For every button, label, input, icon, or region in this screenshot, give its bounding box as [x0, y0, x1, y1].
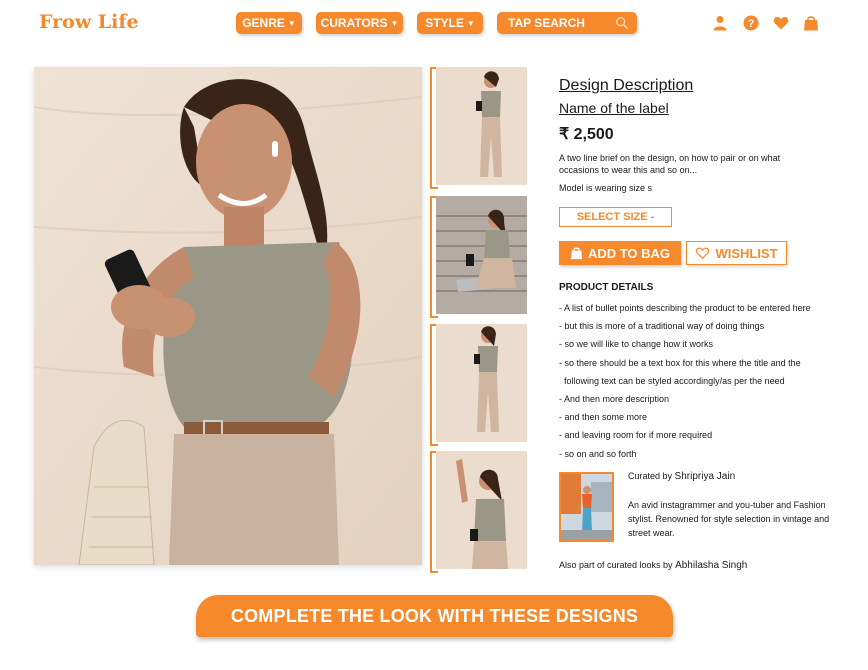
also-curator-name-link[interactable]: Abhilasha Singh [675, 560, 747, 571]
product-price: ₹ 2,500 [559, 126, 614, 143]
shopping-bag-icon[interactable] [803, 15, 819, 31]
nav-genre-label: GENRE [242, 16, 285, 30]
model-size-note: Model is wearing size s [559, 183, 653, 193]
list-item: following text can be styled accordingly… [564, 375, 785, 386]
thumbnail-image[interactable] [436, 196, 527, 314]
list-item: - A list of bullet points describing the… [559, 303, 811, 313]
product-title[interactable]: Design Description [559, 77, 693, 95]
caret-down-icon: ▼ [466, 18, 475, 28]
product-details-list: - A list of bullet points describing the… [559, 299, 849, 463]
thumbnail-image[interactable] [436, 67, 527, 185]
wishlist-label: WISHLIST [715, 245, 778, 261]
list-item: - so there should be a text box for this… [559, 357, 801, 368]
caret-down-icon: ▼ [390, 18, 399, 28]
curated-by-prefix: Curated by [628, 471, 673, 481]
wishlist-button[interactable]: WISHLIST [686, 241, 787, 265]
svg-text:?: ? [748, 18, 755, 30]
also-curated-text: Also part of curated looks by Abhilasha … [559, 560, 747, 571]
thumbnail-image[interactable] [436, 451, 527, 569]
nav-curators[interactable]: CURATORS ▼ [316, 12, 403, 34]
curator-bio: An avid instagrammer and you-tuber and F… [628, 500, 830, 538]
add-to-bag-button[interactable]: ADD TO BAG [559, 241, 681, 265]
main-product-image[interactable] [34, 67, 422, 565]
list-item: - And then more description [559, 394, 670, 405]
thumbnail-image[interactable] [436, 324, 527, 442]
heart-icon[interactable] [773, 15, 789, 31]
add-to-bag-label: ADD TO BAG [587, 245, 671, 261]
help-icon[interactable]: ? [743, 15, 759, 31]
nav-genre[interactable]: GENRE ▼ [236, 12, 302, 34]
nav-style-label: STYLE [425, 16, 464, 30]
product-brief: A two line brief on the design, on how t… [559, 153, 781, 175]
curated-by-text: Curated by Shripriya Jain [628, 471, 735, 482]
list-item: - so on and so forth [559, 448, 637, 459]
search-bar[interactable] [497, 12, 637, 34]
nav-curators-label: CURATORS [320, 16, 388, 30]
thumbnail-3[interactable] [430, 324, 527, 446]
curator-avatar[interactable] [559, 472, 614, 542]
thumbnail-1[interactable] [430, 67, 527, 189]
also-curated-prefix: Also part of curated looks by [559, 560, 673, 570]
search-input[interactable] [508, 16, 608, 30]
nav-style[interactable]: STYLE ▼ [417, 12, 483, 34]
label-name-link[interactable]: Name of the label [559, 100, 669, 116]
select-size-dropdown[interactable]: SELECT SIZE - [559, 207, 672, 227]
thumbnail-4[interactable] [430, 451, 527, 573]
brand-logo[interactable]: Frow Life [39, 11, 139, 33]
search-icon[interactable] [615, 16, 629, 30]
list-item: - and leaving room for if more required [559, 430, 713, 441]
shopping-bag-icon [570, 247, 583, 260]
list-item: - but this is more of a traditional way … [559, 321, 765, 332]
list-item: - so we will like to change how it works [559, 339, 714, 350]
heart-outline-icon [696, 247, 710, 260]
user-icon[interactable] [712, 15, 728, 31]
list-item: - and then some more [559, 412, 648, 423]
product-details-heading: PRODUCT DETAILS [559, 282, 654, 293]
thumbnail-2[interactable] [430, 196, 527, 318]
complete-the-look-button[interactable]: COMPLETE THE LOOK WITH THESE DESIGNS [196, 595, 673, 637]
curator-name-link[interactable]: Shripriya Jain [675, 471, 736, 482]
caret-down-icon: ▼ [287, 18, 296, 28]
